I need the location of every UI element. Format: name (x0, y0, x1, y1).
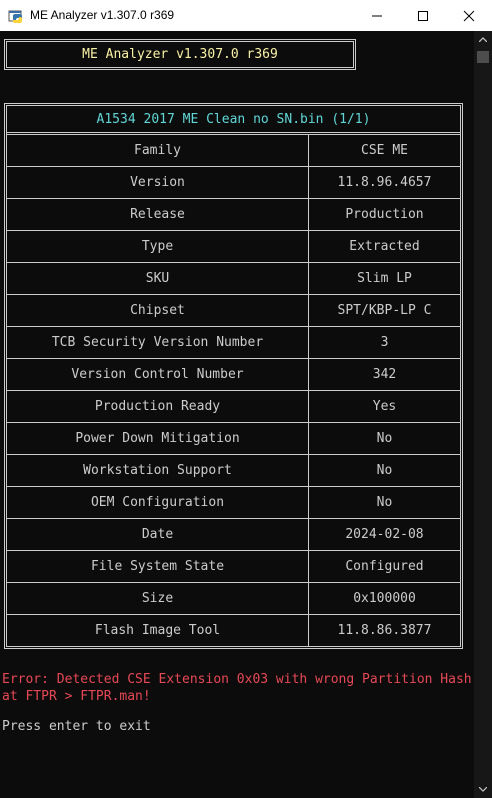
row-key: Version (7, 167, 309, 198)
table-row: Family CSE ME (7, 135, 460, 167)
table-row: TCB Security Version Number 3 (7, 327, 460, 359)
table-row: OEM Configuration No (7, 487, 460, 519)
vertical-scrollbar[interactable] (474, 31, 492, 798)
table-row: Version Control Number 342 (7, 359, 460, 391)
window-title: ME Analyzer v1.307.0 r369 (30, 8, 175, 22)
row-value: Slim LP (357, 271, 412, 286)
analyzer-header-box: ME Analyzer v1.307.0 r369 (4, 39, 356, 70)
table-row: Power Down Mitigation No (7, 423, 460, 455)
close-button[interactable] (446, 0, 492, 31)
minimize-icon (372, 15, 382, 17)
row-key: Size (7, 583, 309, 614)
row-value: Production (345, 207, 424, 222)
row-value: No (376, 431, 393, 446)
table-row: Flash Image Tool 11.8.86.3877 (7, 615, 460, 646)
chevron-down-icon (479, 787, 487, 792)
row-key: Version Control Number (7, 359, 309, 390)
table-row: SKU Slim LP (7, 263, 460, 295)
table-row: Release Production (7, 199, 460, 231)
row-value: 2024-02-08 (345, 527, 424, 542)
row-key: TCB Security Version Number (7, 327, 309, 358)
row-key: Chipset (7, 295, 309, 326)
row-value: 3 (380, 335, 389, 350)
analyzer-header: ME Analyzer v1.307.0 r369 (82, 47, 278, 62)
row-key: SKU (7, 263, 309, 294)
row-value: 342 (372, 367, 397, 382)
row-key: Production Ready (7, 391, 309, 422)
row-value: SPT/KBP-LP C (337, 303, 432, 318)
row-key: Flash Image Tool (7, 615, 309, 646)
title-bar[interactable]: ME Analyzer v1.307.0 r369 (0, 0, 492, 31)
table-title-text: A1534 2017 ME Clean no SN.bin (1/1) (96, 111, 371, 127)
python-icon (8, 8, 24, 24)
row-key: Family (7, 135, 309, 166)
console-output[interactable]: ME Analyzer v1.307.0 r369 A1534 2017 ME … (0, 31, 474, 798)
table-row: Version 11.8.96.4657 (7, 167, 460, 199)
row-key: OEM Configuration (7, 487, 309, 518)
table-row: Chipset SPT/KBP-LP C (7, 295, 460, 327)
row-value: Configured (345, 559, 424, 574)
results-table: A1534 2017 ME Clean no SN.bin (1/1) Fami… (4, 103, 463, 649)
table-body: Family CSE ME Version 11.8.96.4657 Release Pr… (7, 135, 460, 646)
table-row: Production Ready Yes (7, 391, 460, 423)
table-row: Date 2024-02-08 (7, 519, 460, 551)
row-key: Power Down Mitigation (7, 423, 309, 454)
close-icon (463, 10, 475, 22)
maximize-icon (418, 11, 428, 21)
maximize-button[interactable] (400, 0, 446, 31)
table-row: Type Extracted (7, 231, 460, 263)
exit-prompt: Press enter to exit (2, 719, 151, 734)
chevron-up-icon (479, 37, 487, 42)
error-message: Error: Detected CSE Extension 0x03 with … (2, 672, 472, 704)
scroll-down-button[interactable] (474, 781, 492, 798)
row-value: No (376, 495, 393, 510)
scroll-up-button[interactable] (474, 31, 492, 48)
minimize-button[interactable] (354, 0, 400, 31)
row-key: Release (7, 199, 309, 230)
row-value: 0x100000 (353, 591, 416, 606)
scroll-thumb[interactable] (477, 51, 489, 63)
table-row: Size 0x100000 (7, 583, 460, 615)
row-key: Workstation Support (7, 455, 309, 486)
table-title: A1534 2017 ME Clean no SN.bin (1/1) (7, 106, 460, 135)
row-key: Type (7, 231, 309, 262)
row-value: Extracted (349, 239, 420, 254)
table-row: Workstation Support No (7, 455, 460, 487)
row-key: File System State (7, 551, 309, 582)
row-value: CSE ME (361, 143, 408, 158)
row-value: 11.8.96.4657 (337, 175, 432, 190)
row-key: Date (7, 519, 309, 550)
table-row: File System State Configured (7, 551, 460, 583)
row-value: No (376, 463, 393, 478)
row-value: Yes (372, 399, 397, 414)
row-value: 11.8.86.3877 (337, 623, 432, 638)
